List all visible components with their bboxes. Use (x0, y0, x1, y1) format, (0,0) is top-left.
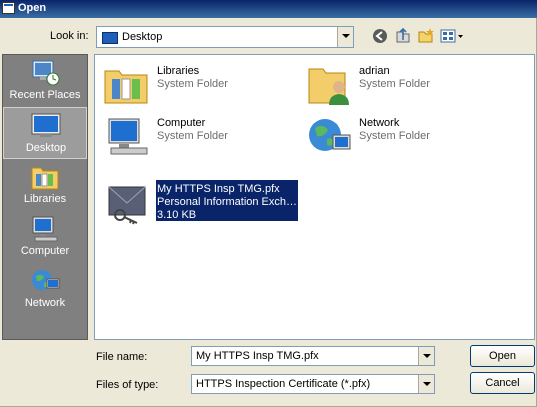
item-type: System Folder (157, 78, 228, 90)
title-bar: Open (0, 0, 537, 18)
user-folder-icon (308, 68, 349, 105)
up-folder-icon[interactable] (393, 26, 413, 46)
item-type: System Folder (157, 130, 228, 142)
chevron-down-icon[interactable] (418, 375, 434, 393)
place-computer[interactable]: Computer (3, 211, 87, 263)
network-icon (309, 119, 351, 151)
place-recent-places[interactable]: Recent Places (3, 55, 87, 107)
item-name: Network (359, 117, 400, 129)
item-computer[interactable]: Computer System Folder (101, 113, 291, 161)
filetype-value: HTTPS Inspection Certificate (*.pfx) (196, 378, 371, 390)
new-folder-icon[interactable] (416, 26, 436, 46)
place-label: Network (24, 297, 66, 309)
certificate-icon (108, 186, 146, 225)
place-libraries[interactable]: Libraries (3, 159, 87, 211)
item-size: 3.10 KB (157, 209, 197, 221)
back-icon[interactable] (370, 26, 390, 46)
item-name: Computer (157, 117, 206, 129)
item-name: adrian (359, 65, 390, 77)
filename-field[interactable]: My HTTPS Insp TMG.pfx (191, 346, 435, 366)
chevron-down-icon[interactable] (337, 27, 353, 47)
item-type: System Folder (359, 78, 430, 90)
file-list: Libraries System Folder adrian System Fo… (94, 54, 535, 340)
item-libraries[interactable]: Libraries System Folder (101, 61, 291, 109)
filename-value: My HTTPS Insp TMG.pfx (196, 350, 319, 362)
dialog-body: Look in: Desktop Recent Places Desktop L… (0, 18, 537, 407)
place-network[interactable]: Network (3, 263, 87, 315)
cancel-button[interactable]: Cancel (470, 372, 535, 394)
libraries-icon (31, 167, 59, 190)
place-label: Libraries (23, 193, 67, 205)
item-network[interactable]: Network System Folder (303, 113, 493, 161)
place-label: Desktop (25, 142, 67, 154)
item-type: Personal Information Exch… (157, 196, 298, 208)
chevron-down-icon[interactable] (418, 347, 434, 365)
item-name: My HTTPS Insp TMG.pfx (157, 183, 280, 195)
place-label: Recent Places (9, 89, 81, 101)
places-bar: Recent Places Desktop Libraries Computer… (2, 54, 88, 340)
place-desktop[interactable]: Desktop (3, 107, 87, 159)
computer-icon (108, 118, 148, 155)
lookin-dropdown[interactable]: Desktop (96, 26, 354, 48)
item-pfx-file[interactable]: My HTTPS Insp TMG.pfx Personal Informati… (101, 179, 298, 227)
view-menu-icon[interactable] (439, 26, 465, 46)
window-title: Open (18, 2, 47, 14)
filename-label: File name: (96, 351, 148, 363)
desktop-small-icon (102, 32, 118, 44)
computer-icon (32, 216, 58, 242)
item-name: Libraries (157, 65, 200, 77)
item-type: System Folder (359, 130, 430, 142)
dialog-icon (2, 2, 15, 14)
lookin-label: Look in: (50, 30, 89, 42)
libraries-icon (104, 70, 148, 104)
open-button[interactable]: Open (470, 345, 535, 367)
open-dialog: Open Look in: Desktop Recent Places Desk… (0, 0, 537, 407)
place-label: Computer (20, 245, 70, 257)
recent-places-icon (32, 60, 60, 86)
filetype-label: Files of type: (96, 379, 159, 391)
network-icon (32, 270, 60, 290)
desktop-icon (31, 113, 61, 137)
lookin-value: Desktop (122, 31, 163, 43)
filetype-dropdown[interactable]: HTTPS Inspection Certificate (*.pfx) (191, 374, 435, 394)
item-adrian[interactable]: adrian System Folder (303, 61, 493, 109)
